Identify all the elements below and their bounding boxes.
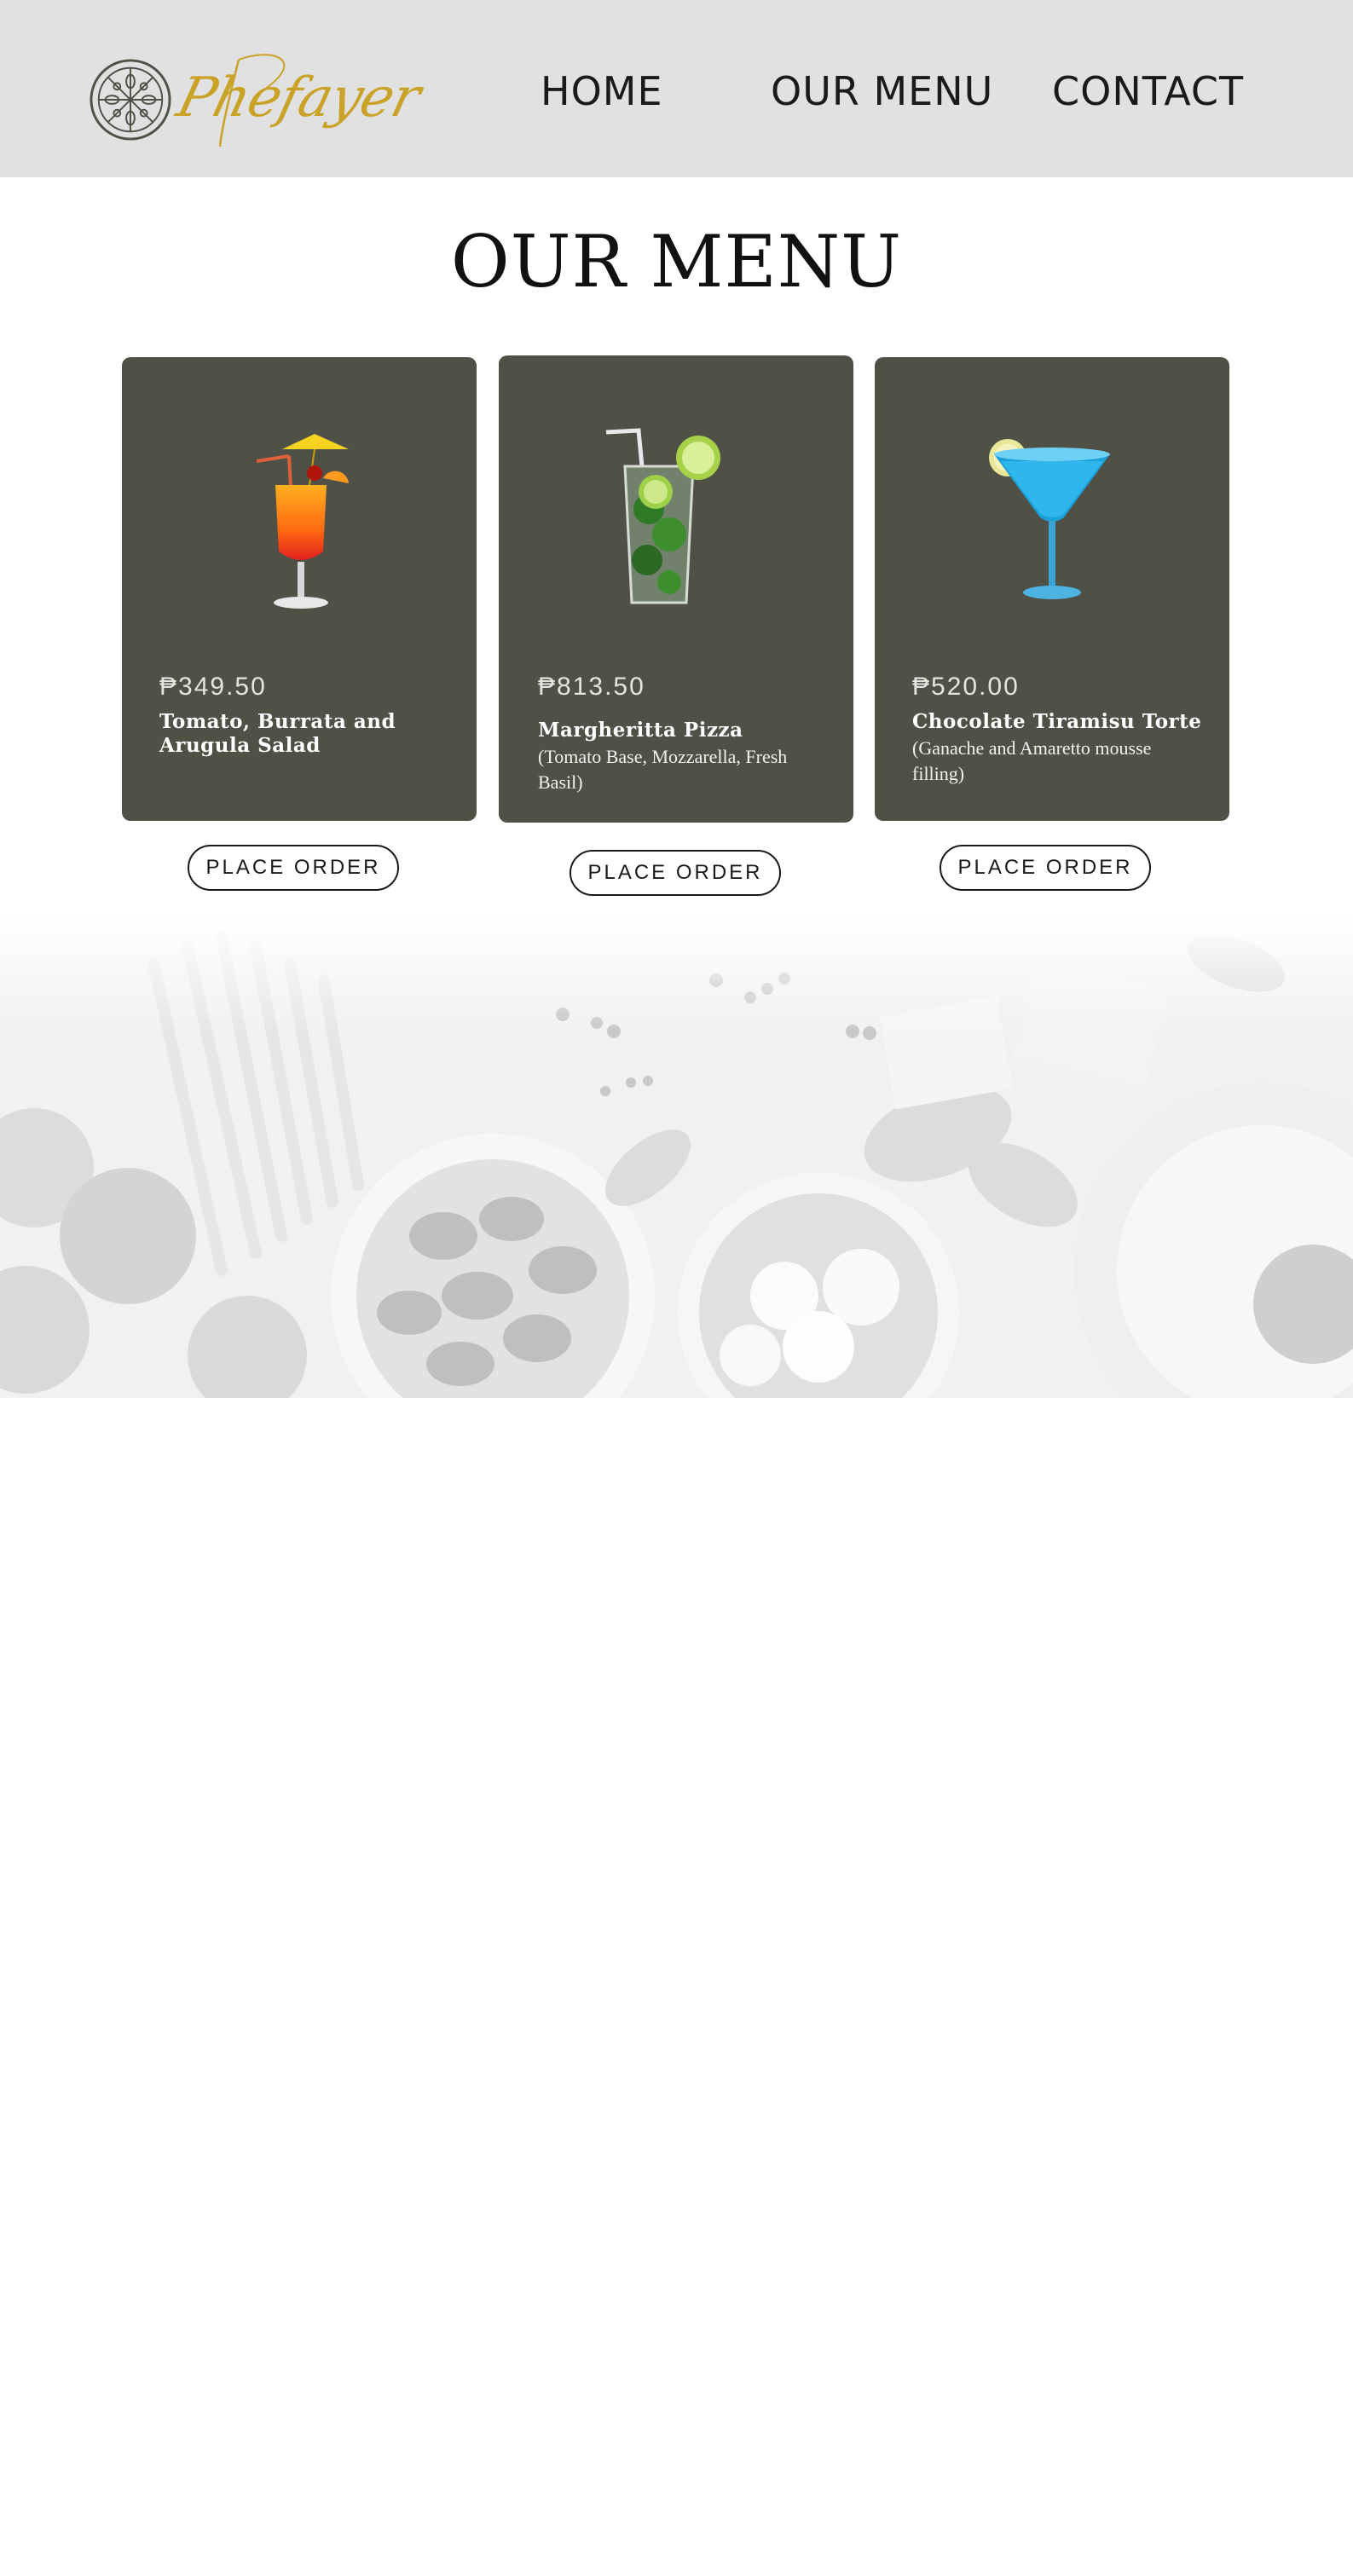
tequila-sunrise-image — [256, 434, 349, 609]
item-price: ₱520.00 — [912, 673, 1020, 701]
pizza-wheel-icon[interactable] — [89, 58, 172, 142]
place-order-button[interactable]: PLACE ORDER — [188, 845, 399, 891]
item-price: ₱349.50 — [159, 673, 267, 701]
page-title: OUR MENU — [450, 220, 903, 303]
brand-logo[interactable]: Phefayer — [171, 43, 426, 153]
blue-margarita-image — [989, 439, 1110, 599]
nav-home-link[interactable]: HOME — [541, 68, 663, 119]
nav-contact-link[interactable]: CONTACT — [1052, 68, 1244, 119]
mojito-image — [605, 428, 720, 604]
item-description: (Tomato Base, Mozzarella, Fresh Basil) — [538, 746, 788, 793]
item-name: Chocolate Tiramisu Torte — [912, 710, 1202, 733]
place-order-button[interactable]: PLACE ORDER — [570, 850, 781, 896]
menu-card: ₱813.50 Margheritta Pizza (Tomato Base, … — [499, 355, 853, 823]
item-price: ₱813.50 — [538, 673, 645, 701]
place-order-button[interactable]: PLACE ORDER — [940, 845, 1151, 891]
brand-name: Phefayer — [171, 66, 426, 130]
site-header: Phefayer HOME OUR MENU CONTACT — [0, 0, 1353, 177]
item-name: Tomato, Burrata and Arugula Salad — [159, 710, 396, 757]
item-name: Margheritta Pizza — [538, 719, 743, 742]
nav-our-menu-link[interactable]: OUR MENU — [771, 68, 993, 119]
menu-card: ₱520.00 Chocolate Tiramisu Torte (Ganach… — [875, 357, 1229, 821]
ingredients-banner-image — [0, 912, 1353, 1398]
item-description: (Ganache and Amaretto mousse filling) — [912, 737, 1152, 784]
menu-card: ₱349.50 Tomato, Burrata and Arugula Sala… — [122, 357, 477, 821]
